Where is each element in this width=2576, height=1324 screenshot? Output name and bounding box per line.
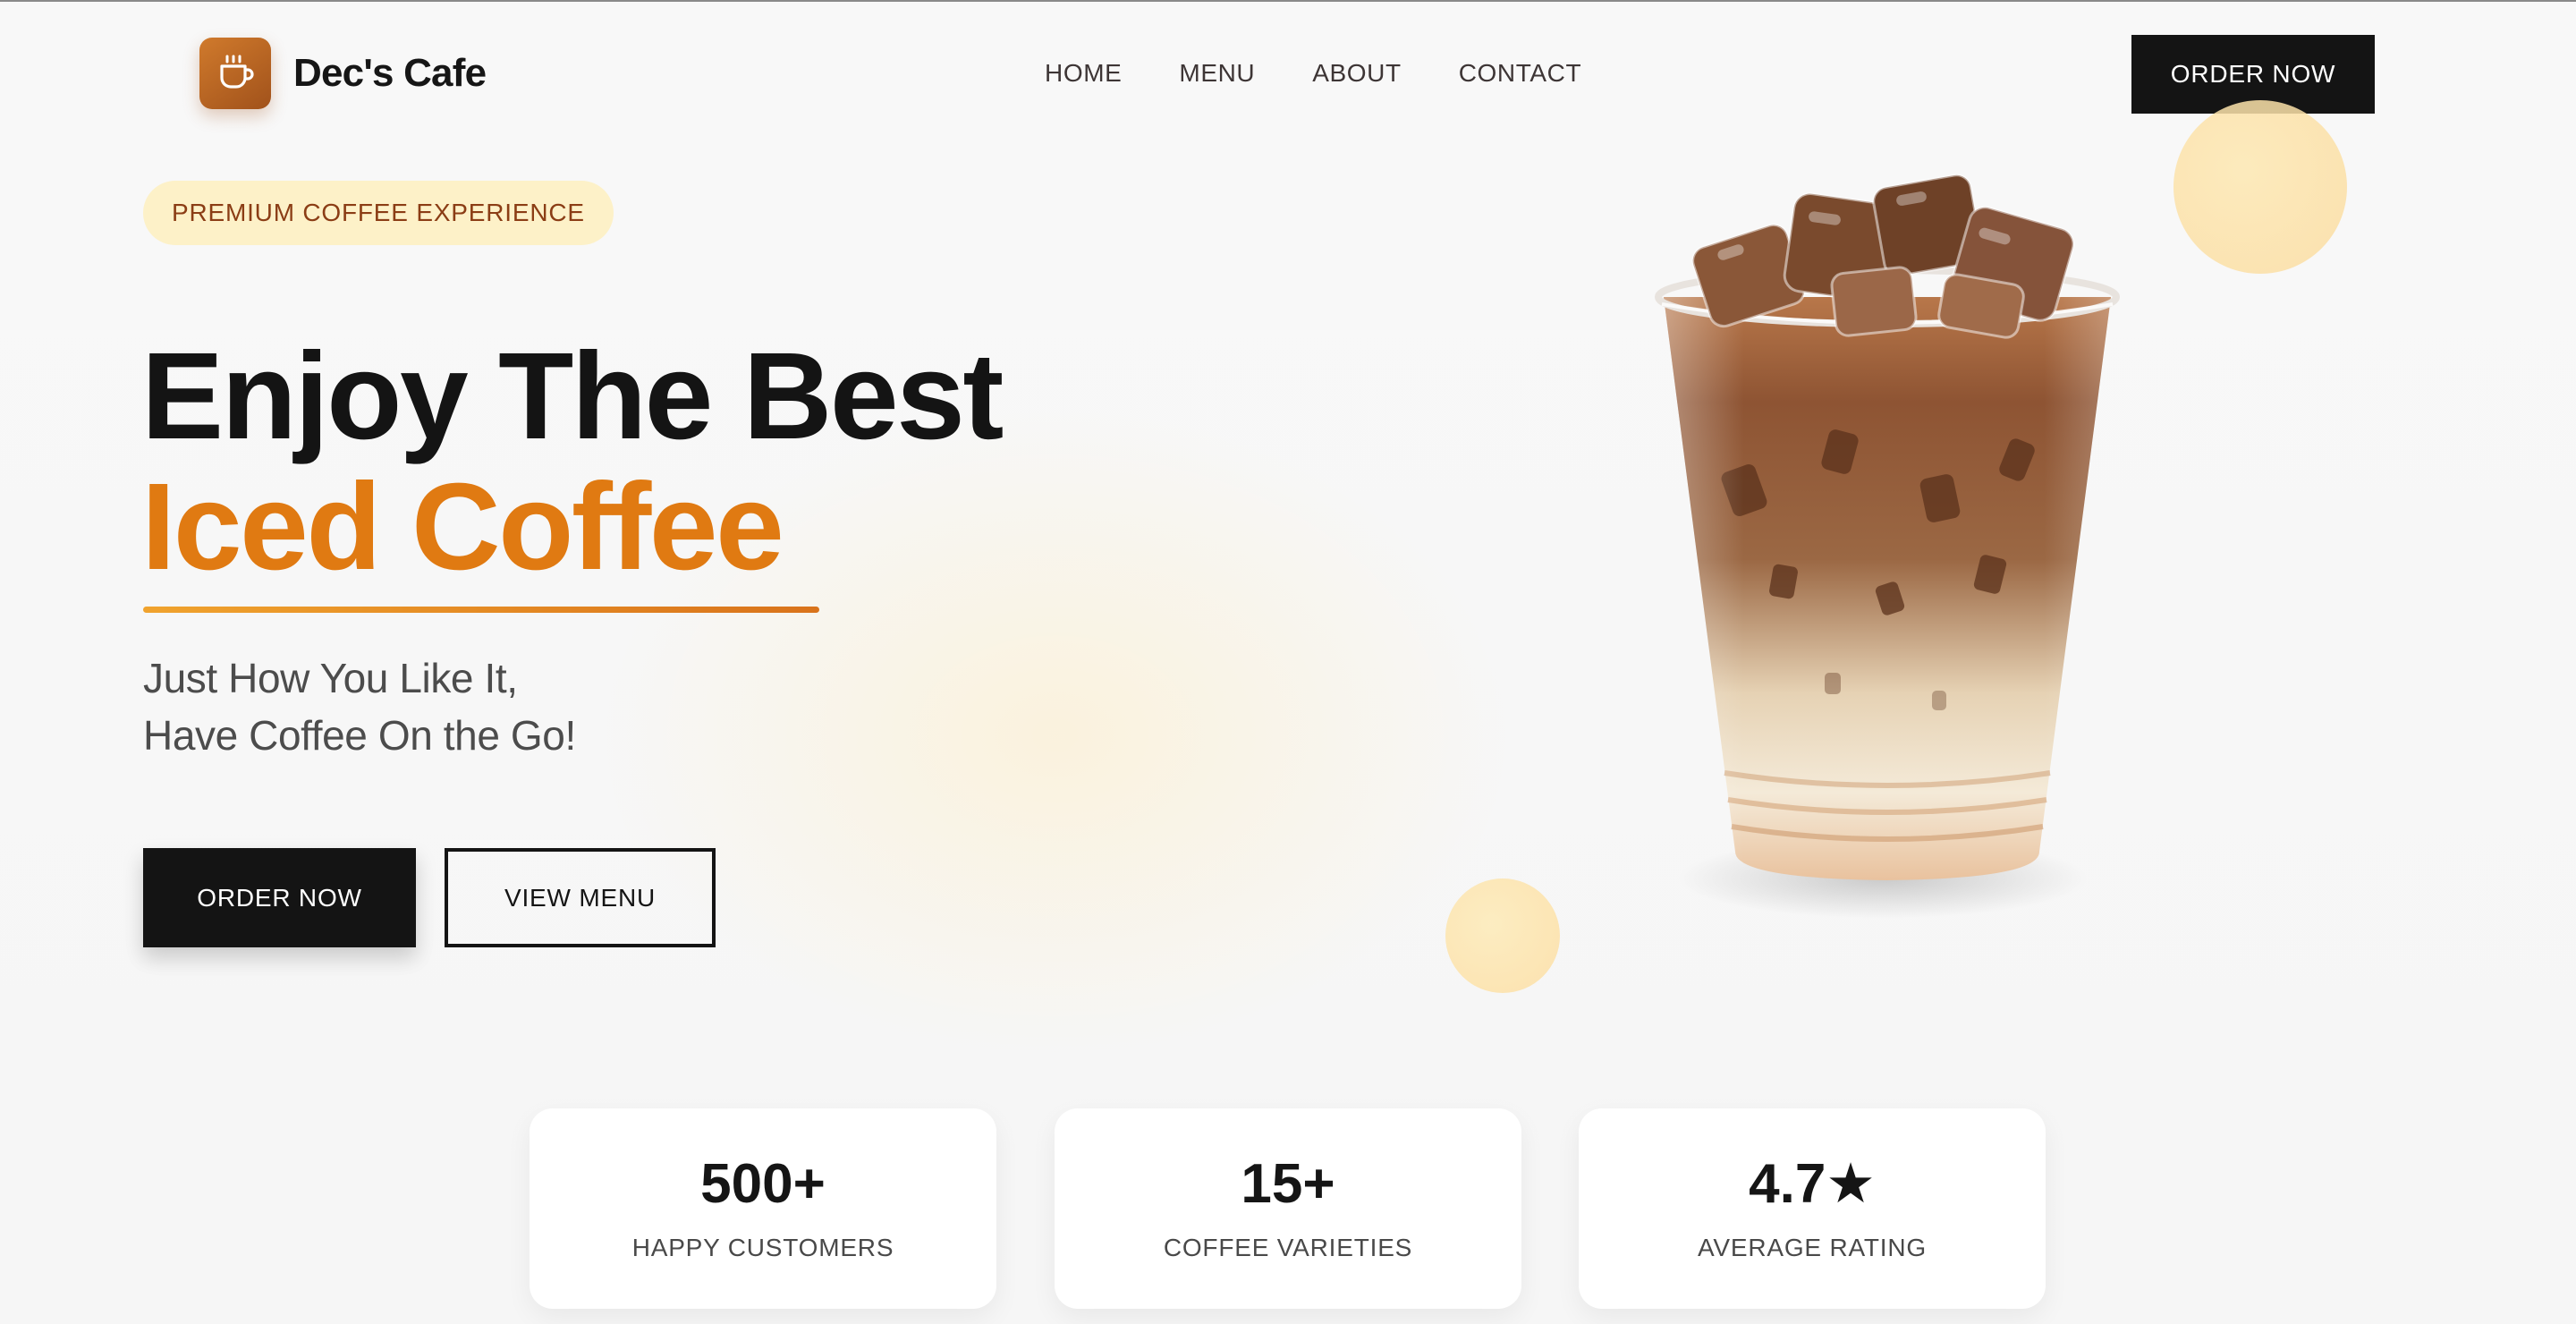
stat-label: AVERAGE RATING — [1698, 1234, 1927, 1261]
stat-value: 500+ — [700, 1153, 826, 1215]
stat-label: COFFEE VARIETIES — [1163, 1234, 1413, 1261]
nav-contact[interactable]: CONTACT — [1459, 57, 1581, 89]
coffee-cup-icon — [199, 38, 271, 109]
brand-logo[interactable]: Dec's Cafe — [199, 38, 487, 109]
decorative-circle — [1445, 878, 1560, 993]
accent-underline — [143, 607, 819, 613]
stat-card-varieties: 15+ COFFEE VARIETIES — [1055, 1108, 1521, 1309]
hero-subtitle-line-1: Just How You Like It, — [143, 655, 518, 701]
stat-label: HAPPY CUSTOMERS — [631, 1234, 894, 1261]
hero-subtitle: Just How You Like It, Have Coffee On the… — [143, 649, 576, 764]
iced-coffee-image — [1655, 174, 2120, 919]
brand-name: Dec's Cafe — [293, 51, 487, 95]
nav-home[interactable]: HOME — [1045, 57, 1122, 89]
hero-title-accent: Iced Coffee — [141, 458, 784, 596]
decorative-circle — [2174, 100, 2347, 274]
page: Dec's Cafe HOME MENU ABOUT CONTACT ORDER… — [0, 0, 2576, 1324]
tagline-badge: PREMIUM COFFEE EXPERIENCE — [143, 181, 614, 245]
stat-value: 15+ — [1241, 1153, 1335, 1215]
site-header: Dec's Cafe HOME MENU ABOUT CONTACT ORDER… — [0, 2, 2576, 145]
hero-title: Enjoy The Best — [141, 327, 1004, 465]
view-menu-button[interactable]: VIEW MENU — [445, 848, 716, 947]
nav-menu[interactable]: MENU — [1179, 57, 1255, 89]
nav-about[interactable]: ABOUT — [1312, 57, 1401, 89]
main-nav: HOME MENU ABOUT CONTACT — [1045, 57, 1639, 89]
stat-card-customers: 500+ HAPPY CUSTOMERS — [530, 1108, 996, 1309]
stat-value: 4.7★ — [1749, 1153, 1876, 1215]
stat-card-rating: 4.7★ AVERAGE RATING — [1579, 1108, 2046, 1309]
hero-order-now-button[interactable]: ORDER NOW — [143, 848, 416, 947]
hero-subtitle-line-2: Have Coffee On the Go! — [143, 712, 576, 759]
